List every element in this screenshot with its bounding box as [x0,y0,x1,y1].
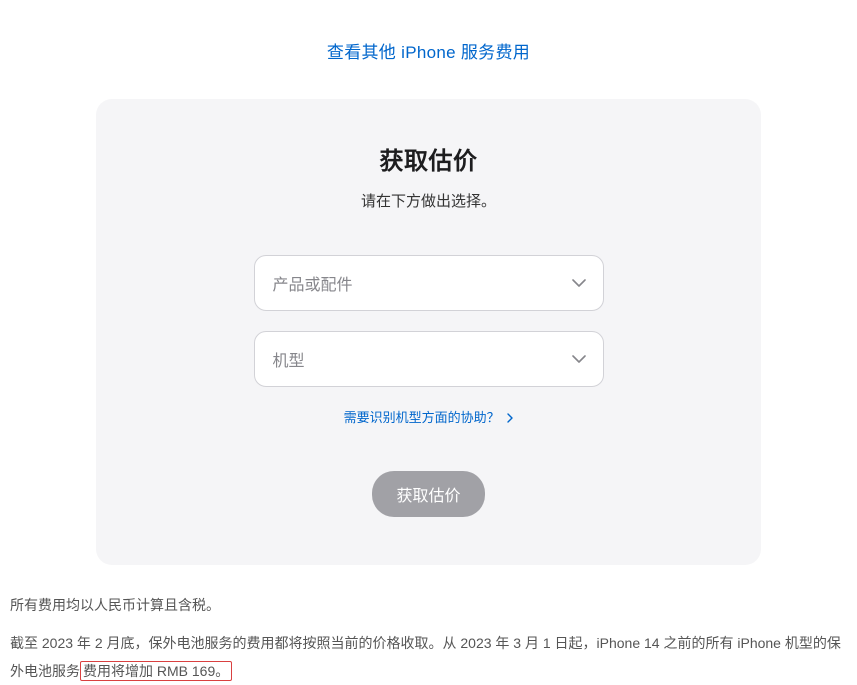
product-select[interactable]: 产品或配件 [254,255,604,311]
model-select-placeholder: 机型 [273,347,305,371]
card-subtitle: 请在下方做出选择。 [136,190,721,211]
get-estimate-button[interactable]: 获取估价 [372,471,484,517]
help-link-container: 需要识别机型方面的协助？ [136,407,721,427]
model-select[interactable]: 机型 [254,331,604,387]
top-link-container: 查看其他 iPhone 服务费用 [0,0,857,83]
footer-line-1: 所有费用均以人民币计算且含税。 [10,591,847,619]
identify-model-help-link[interactable]: 需要识别机型方面的协助？ [344,410,514,425]
card-title: 获取估价 [136,141,721,176]
footer-line-2: 截至 2023 年 2 月底，保外电池服务的费用都将按照当前的价格收取。从 20… [10,629,847,685]
other-services-link[interactable]: 查看其他 iPhone 服务费用 [327,43,530,62]
help-link-label: 需要识别机型方面的协助？ [344,410,500,425]
product-select-placeholder: 产品或配件 [273,271,353,295]
estimate-card: 获取估价 请在下方做出选择。 产品或配件 机型 需要识别机型方面的协助？ [96,99,761,565]
price-increase-highlight: 费用将增加 RMB 169。 [80,661,232,681]
chevron-right-icon [507,411,513,426]
footer-text: 所有费用均以人民币计算且含税。 截至 2023 年 2 月底，保外电池服务的费用… [0,565,857,685]
model-select-wrap: 机型 [254,331,604,387]
product-select-wrap: 产品或配件 [254,255,604,311]
